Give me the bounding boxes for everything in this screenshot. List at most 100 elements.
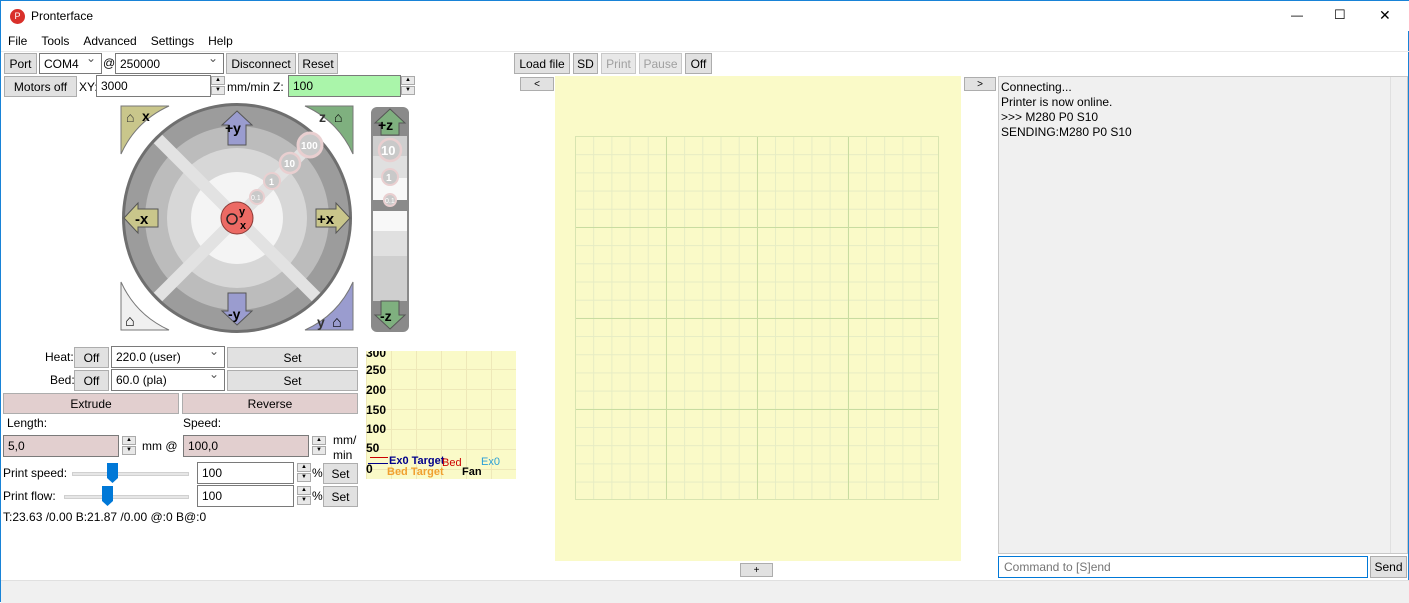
print-flow-input[interactable]: 100 (197, 485, 294, 507)
menu-advanced[interactable]: Advanced (83, 34, 136, 48)
svg-text:10: 10 (284, 159, 296, 170)
off-button[interactable]: Off (685, 53, 712, 74)
port-select[interactable]: COM4 (39, 51, 102, 74)
graph-tick-250: 250 (366, 363, 387, 377)
z-feedrate-spinner[interactable]: ▲ ▼ (401, 76, 415, 95)
print-flow-set-button[interactable]: Set (323, 486, 358, 507)
svg-text:-y: -y (228, 306, 241, 322)
port-button[interactable]: Port (4, 53, 37, 74)
menu-help[interactable]: Help (208, 34, 233, 48)
expand-right-button[interactable]: > (964, 77, 996, 91)
svg-text:100: 100 (301, 141, 318, 152)
length-input[interactable]: 5,0 (3, 435, 119, 457)
svg-text:y: y (239, 206, 246, 218)
svg-text:-z: -z (380, 308, 392, 324)
heat-label: Heat: (45, 350, 74, 364)
minimize-button[interactable]: — (1291, 8, 1303, 22)
graph-tick-200: 200 (366, 383, 387, 397)
sd-button[interactable]: SD (573, 53, 598, 74)
title-bar: P Pronterface — ☐ ✕ (1, 1, 1409, 31)
bed-line (370, 457, 388, 458)
menu-tools[interactable]: Tools (41, 34, 69, 48)
menu-bar: File Tools Advanced Settings Help (8, 34, 247, 48)
reset-button[interactable]: Reset (298, 53, 338, 74)
bed-off-button[interactable]: Off (74, 370, 109, 391)
print-speed-set-button[interactable]: Set (323, 463, 358, 484)
load-file-button[interactable]: Load file (514, 53, 570, 74)
svg-text:1: 1 (269, 177, 274, 187)
length-spinner[interactable]: ▲ ▼ (122, 436, 136, 455)
print-flow-label: Print flow: (3, 489, 56, 503)
log-scrollbar[interactable] (1390, 77, 1407, 553)
center-button[interactable]: yx (220, 201, 254, 235)
step-1-marker[interactable]: 1 (263, 172, 281, 190)
print-speed-input[interactable]: 100 (197, 462, 294, 484)
heat-temp-select[interactable]: 220.0 (user) (111, 344, 225, 368)
window-title: Pronterface (31, 9, 94, 23)
svg-text:z: z (319, 109, 326, 125)
legend-bed-target: Bed Target (387, 466, 444, 478)
log-panel[interactable]: Connecting... Printer is now online. >>>… (998, 76, 1408, 554)
z-jog-control[interactable]: 10 1 0.1 +z -z (371, 107, 409, 332)
bed-temp-select[interactable]: 60.0 (pla) (111, 367, 225, 391)
print-bed-preview[interactable] (555, 76, 961, 561)
print-speed-slider-thumb[interactable] (107, 463, 118, 483)
zoom-in-button[interactable]: + (740, 563, 773, 577)
print-flow-percent: % (312, 489, 323, 503)
print-button[interactable]: Print (601, 53, 636, 74)
heat-set-button[interactable]: Set (227, 347, 358, 368)
print-flow-slider[interactable] (64, 495, 189, 499)
heat-off-button[interactable]: Off (74, 347, 109, 368)
graph-tick-100: 100 (366, 422, 387, 436)
print-flow-slider-thumb[interactable] (102, 486, 113, 506)
svg-text:x: x (240, 220, 247, 232)
pause-button[interactable]: Pause (639, 53, 682, 74)
svg-text:x: x (142, 108, 150, 124)
motors-off-button[interactable]: Motors off (4, 76, 77, 97)
extrude-button[interactable]: Extrude (3, 393, 179, 414)
mm-at-label: mm @ (142, 439, 178, 453)
send-button[interactable]: Send (1370, 556, 1407, 578)
step-100-marker[interactable]: 100 (296, 131, 324, 159)
maximize-button[interactable]: ☐ (1334, 7, 1346, 23)
close-button[interactable]: ✕ (1379, 7, 1391, 24)
bed-grid (575, 136, 939, 500)
collapse-left-button[interactable]: < (520, 77, 554, 91)
command-input[interactable] (998, 556, 1368, 578)
status-bar (1, 580, 1409, 603)
svg-text:y: y (317, 314, 325, 330)
print-flow-spinner[interactable]: ▲ ▼ (297, 486, 311, 505)
print-speed-slider[interactable] (72, 472, 189, 476)
graph-tick-0: 0 (366, 462, 373, 476)
step-0.1-marker[interactable]: 0.1 (249, 189, 265, 205)
bed-set-button[interactable]: Set (227, 370, 358, 391)
reverse-button[interactable]: Reverse (182, 393, 358, 414)
svg-text:0.1: 0.1 (385, 198, 395, 205)
xy-feedrate-spinner[interactable]: ▲ ▼ (211, 76, 225, 95)
baud-select[interactable]: 250000 (115, 51, 224, 74)
units-label: mm/min Z: (227, 80, 284, 94)
svg-text:0.1: 0.1 (251, 195, 261, 202)
xy-jog-control[interactable]: ⌂ x z ⌂ ⌂ y ⌂ +y -y -x +x 100 10 1 0.1 yx 1… (116, 101, 416, 336)
disconnect-button[interactable]: Disconnect (226, 53, 296, 74)
log-line: SENDING:M280 P0 S10 (1001, 125, 1132, 139)
svg-text:+x: +x (317, 211, 335, 228)
xy-label: XY: (79, 80, 98, 94)
print-speed-label: Print speed: (3, 466, 68, 480)
speed-units-label: mm/ (333, 433, 357, 447)
extrude-speed-input[interactable]: 100,0 (183, 435, 309, 457)
temperature-status: T:23.63 /0.00 B:21.87 /0.00 @:0 B@:0 (3, 510, 207, 524)
length-label: Length: (7, 416, 48, 430)
xy-feedrate-input[interactable]: 3000 (96, 75, 211, 97)
temperature-graph: 300 250 200 150 100 50 0 Ex0 Target Bed … (366, 351, 516, 479)
z-feedrate-input[interactable]: 100 (288, 75, 401, 97)
extrude-speed-spinner[interactable]: ▲ ▼ (312, 436, 326, 455)
app-logo-icon: P (10, 9, 25, 24)
print-speed-spinner[interactable]: ▲ ▼ (297, 463, 311, 482)
step-10-marker[interactable]: 10 (278, 151, 302, 175)
svg-text:+y: +y (225, 120, 241, 136)
menu-settings[interactable]: Settings (151, 34, 194, 48)
menu-file[interactable]: File (8, 34, 27, 48)
log-line: Connecting... (1001, 80, 1072, 94)
svg-text:+z: +z (378, 117, 393, 133)
